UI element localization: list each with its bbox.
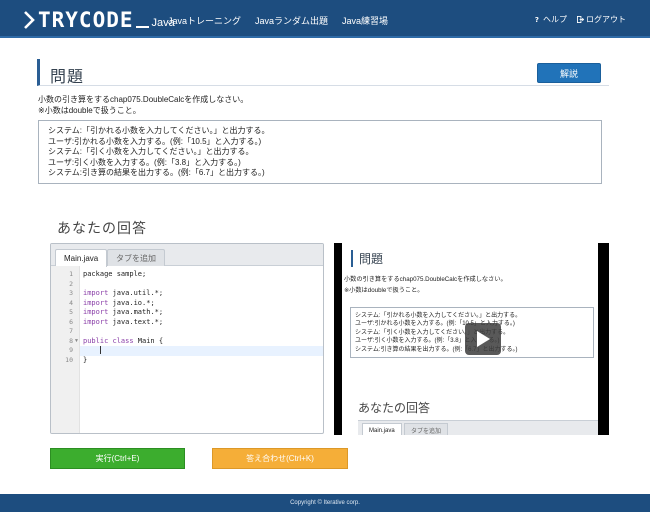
play-button[interactable]: [465, 323, 501, 355]
problem-title: 問題: [50, 69, 85, 86]
text-caret: [99, 346, 101, 354]
trycode-logo[interactable]: TRYCODE Java: [22, 7, 175, 31]
line-number: 5: [69, 308, 73, 316]
nav-java-practice[interactable]: Java練習場: [342, 14, 388, 27]
video-problem-title: 問題: [351, 250, 383, 267]
video-tabbar: Main.java タブを追加: [358, 420, 598, 435]
code-line: import java.util.*;: [83, 289, 164, 297]
spec-line: ユーザ:引く小数を入力する。(例:「3.8」と入力する。): [48, 157, 241, 167]
fold-arrow-icon[interactable]: ▼: [74, 337, 79, 347]
logout-label: ログアウト: [586, 15, 626, 24]
code-editor: Main.java タブを追加 1 2 3 4 5 6 7 8 ▼ 9 10 package sam…: [50, 243, 324, 434]
line-number-gutter: 1 2 3 4 5 6 7 8 ▼ 9 10: [51, 266, 80, 433]
line-number: 2: [69, 279, 73, 288]
code-line: import java.math.*;: [83, 308, 164, 316]
line-number: 3: [69, 289, 73, 297]
line-number: 6: [69, 317, 73, 326]
video-tab-add: タブを追加: [404, 423, 449, 435]
main-nav: Javaトレーニング Javaランダム出題 Java練習場: [168, 14, 388, 27]
play-icon: [477, 331, 490, 347]
help-label: ヘルプ: [543, 15, 567, 24]
tab-main-java[interactable]: Main.java: [55, 249, 108, 267]
add-tab-button[interactable]: タブを追加: [107, 249, 165, 266]
logo-underscore: [135, 26, 149, 28]
line-number: 1: [69, 270, 73, 278]
logout-link[interactable]: ログアウト: [577, 14, 626, 25]
tutorial-video[interactable]: 問題 小数の引き算をするchap075.DoubleCalcを作成しなさい。 ※…: [334, 243, 609, 435]
explain-button[interactable]: 解説: [537, 63, 601, 83]
description-line: 小数の引き算をするchap075.DoubleCalcを作成しなさい。: [38, 95, 249, 104]
logout-icon: [577, 16, 584, 23]
footer-copyright: Copyright © Iterative corp.: [0, 494, 650, 512]
description-note: ※小数はdoubleで扱うこと。: [38, 106, 141, 115]
code-line: [80, 346, 323, 356]
video-description: 小数の引き算をするchap075.DoubleCalcを作成しなさい。 ※小数は…: [344, 274, 507, 296]
spec-line: システム:「引く小数を入力してください。」と出力する。: [48, 147, 254, 157]
nav-java-training[interactable]: Javaトレーニング: [168, 14, 241, 27]
user-nav: ? ヘルプ ログアウト: [534, 14, 626, 25]
question-icon: ?: [535, 16, 539, 23]
spec-line: システム:引き算の結果を出力する。(例:「6.7」と出力する。): [48, 168, 265, 178]
logo-text: TRYCODE: [38, 8, 134, 32]
spec-line: システム:「引かれる小数を入力してください。」と出力する。: [48, 126, 270, 135]
code-line: package sample;: [83, 270, 147, 278]
video-answer-title: あなたの回答: [358, 401, 431, 415]
problem-description: 小数の引き算をするchap075.DoubleCalcを作成しなさい。 ※小数は…: [38, 94, 248, 116]
line-number: 7: [69, 327, 73, 335]
problem-spec-box: システム:「引かれる小数を入力してください。」と出力する。 ユーザ:引かれる小数…: [38, 120, 602, 184]
help-link[interactable]: ? ヘルプ: [534, 14, 567, 25]
problem-header: 問題: [37, 59, 609, 86]
code-line: import java.text.*;: [83, 317, 164, 326]
editor-tabbar: Main.java タブを追加: [51, 244, 323, 267]
video-tab-main-java: Main.java: [362, 423, 402, 435]
code-line: public class Main {: [83, 336, 164, 345]
line-number: 10: [65, 355, 73, 364]
answer-title: あなたの回答: [57, 220, 147, 236]
line-number: 8: [69, 336, 73, 345]
video-description-note: ※小数はdoubleで扱うこと。: [344, 287, 424, 294]
code-text-area[interactable]: package sample; import java.util.*; import…: [80, 266, 323, 433]
code-line: }: [83, 355, 88, 364]
line-number: 9: [69, 346, 73, 354]
code-line: import java.io.*;: [83, 298, 155, 307]
video-spec-line: システム:「引かれる小数を入力してください。」と出力する。: [355, 313, 522, 319]
nav-java-random[interactable]: Javaランダム出題: [255, 14, 328, 27]
chevron-right-icon: [24, 11, 35, 29]
line-number: 4: [69, 298, 73, 307]
top-navbar: TRYCODE Java Javaトレーニング Javaランダム出題 Java練…: [0, 0, 650, 38]
video-frame: 問題 小数の引き算をするchap075.DoubleCalcを作成しなさい。 ※…: [342, 243, 598, 435]
svg-text:?: ?: [535, 16, 539, 23]
run-button[interactable]: 実行(Ctrl+E): [50, 448, 185, 469]
check-answer-button[interactable]: 答え合わせ(Ctrl+K): [212, 448, 348, 469]
video-description-line: 小数の引き算をするchap075.DoubleCalcを作成しなさい。: [344, 276, 507, 283]
spec-line: ユーザ:引かれる小数を入力する。(例:「10.5」と入力する。): [48, 136, 262, 146]
